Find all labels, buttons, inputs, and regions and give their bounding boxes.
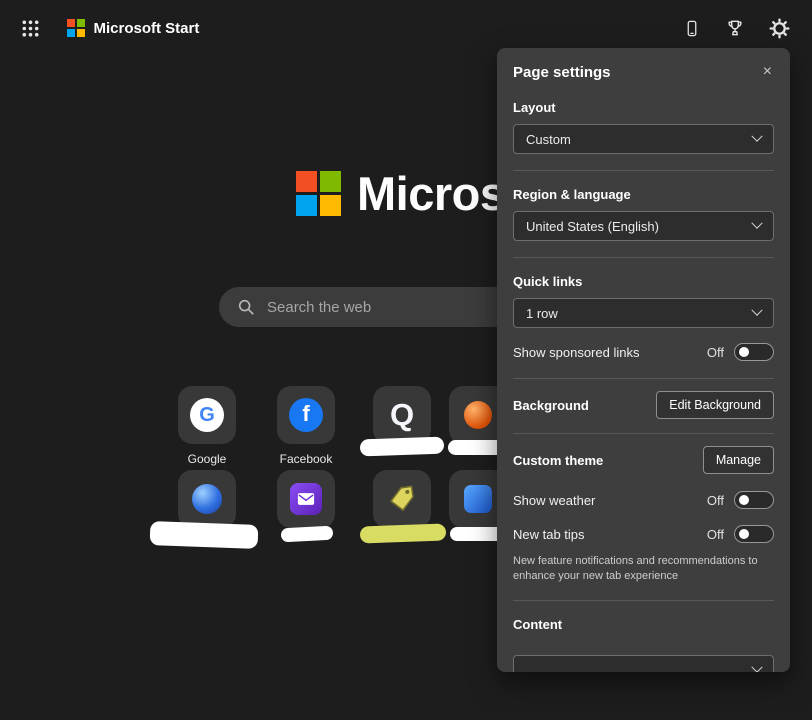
chevron-down-icon <box>751 218 762 229</box>
content-section-label: Content <box>513 617 774 633</box>
logo-square-yellow <box>320 195 341 216</box>
manage-theme-button[interactable]: Manage <box>703 446 774 474</box>
panel-header: Page settings × <box>513 64 774 84</box>
chevron-down-icon <box>751 662 762 672</box>
sponsored-links-state: Off <box>707 345 724 360</box>
brand-home-link[interactable]: Microsoft Start <box>67 19 199 37</box>
google-glyph: G <box>199 404 215 427</box>
custom-theme-row: Custom theme Manage <box>513 446 774 474</box>
show-weather-row: Show weather Off <box>513 490 774 510</box>
custom-theme-label: Custom theme <box>513 453 603 468</box>
page-settings-panel: Page settings × Layout Custom Region & l… <box>497 48 790 672</box>
redaction-scribble <box>360 524 447 544</box>
tag-icon <box>385 482 419 516</box>
quick-link-facebook[interactable]: f Facebook <box>261 386 351 466</box>
background-label: Background <box>513 398 589 413</box>
sponsored-links-row: Show sponsored links Off <box>513 342 774 362</box>
show-weather-state: Off <box>707 493 724 508</box>
google-tile: G <box>178 386 236 444</box>
layout-section-label: Layout <box>513 100 774 116</box>
app-launcher-button[interactable] <box>22 20 39 37</box>
region-dropdown[interactable]: United States (English) <box>513 211 774 241</box>
app-title: Microsoft Start <box>94 20 200 37</box>
orange-orb-icon <box>464 401 492 429</box>
quick-link-label: Google <box>188 452 227 466</box>
facebook-tile: f <box>277 386 335 444</box>
tag-tile <box>373 470 431 528</box>
phone-icon <box>683 18 701 39</box>
toggle-knob <box>739 495 749 505</box>
close-icon[interactable]: × <box>761 64 774 80</box>
microsoft-logo-icon <box>67 19 85 37</box>
facebook-icon: f <box>289 398 323 432</box>
logo-square-red <box>67 19 75 27</box>
redaction-scribble <box>360 437 445 457</box>
logo-square-blue <box>67 29 75 37</box>
background-row: Background Edit Background <box>513 391 774 419</box>
topbar-actions <box>683 18 790 39</box>
content-dropdown[interactable] <box>513 655 774 672</box>
facebook-glyph: f <box>302 401 309 427</box>
settings-gear-icon <box>769 18 790 39</box>
show-weather-label: Show weather <box>513 493 707 508</box>
redaction-scribble <box>150 521 259 549</box>
redaction-scribble <box>281 526 334 543</box>
logo-square-blue <box>296 195 317 216</box>
blue-orb-tile <box>178 470 236 528</box>
q-tile: Q <box>373 386 431 444</box>
new-tab-tips-state: Off <box>707 527 724 542</box>
layout-dropdown-value: Custom <box>526 132 571 147</box>
logo-square-yellow <box>77 29 85 37</box>
google-icon: G <box>190 398 224 432</box>
mail-tile <box>277 470 335 528</box>
quick-link-label: Facebook <box>280 452 333 466</box>
divider <box>513 170 774 171</box>
sponsored-links-label: Show sponsored links <box>513 345 707 360</box>
quick-links-dropdown[interactable]: 1 row <box>513 298 774 328</box>
panel-title: Page settings <box>513 64 611 81</box>
chevron-down-icon <box>751 305 762 316</box>
apps-grid-icon <box>22 20 39 37</box>
mail-envelope-icon <box>290 483 322 515</box>
q-letter-icon: Q <box>390 397 414 433</box>
mobile-layout-button[interactable] <box>683 18 701 39</box>
edit-background-button[interactable]: Edit Background <box>656 391 774 419</box>
settings-button[interactable] <box>769 18 790 39</box>
logo-square-green <box>77 19 85 27</box>
chevron-down-icon <box>751 131 762 142</box>
rewards-button[interactable] <box>725 18 745 38</box>
show-weather-toggle[interactable] <box>734 491 774 509</box>
new-tab-tips-row: New tab tips Off <box>513 524 774 544</box>
new-tab-tips-label: New tab tips <box>513 527 707 542</box>
sponsored-links-toggle[interactable] <box>734 343 774 361</box>
divider <box>513 600 774 601</box>
divider <box>513 433 774 434</box>
logo-square-green <box>320 171 341 192</box>
toggle-knob <box>739 529 749 539</box>
quick-links-section-label: Quick links <box>513 274 774 290</box>
new-tab-tips-toggle[interactable] <box>734 525 774 543</box>
tips-description: New feature notifications and recommenda… <box>513 554 774 584</box>
region-section-label: Region & language <box>513 187 774 203</box>
quick-link-google[interactable]: G Google <box>162 386 252 466</box>
toggle-knob <box>739 347 749 357</box>
divider <box>513 378 774 379</box>
microsoft-start-page: Microsoft Start <box>0 0 812 720</box>
search-icon <box>237 298 255 316</box>
region-dropdown-value: United States (English) <box>526 219 659 234</box>
quick-links-dropdown-value: 1 row <box>526 306 558 321</box>
logo-square-red <box>296 171 317 192</box>
microsoft-logo-large-icon <box>296 171 341 216</box>
blue-orb-icon <box>192 484 222 514</box>
layout-dropdown[interactable]: Custom <box>513 124 774 154</box>
trophy-icon <box>725 18 745 38</box>
divider <box>513 257 774 258</box>
blue-square-icon <box>464 485 492 513</box>
